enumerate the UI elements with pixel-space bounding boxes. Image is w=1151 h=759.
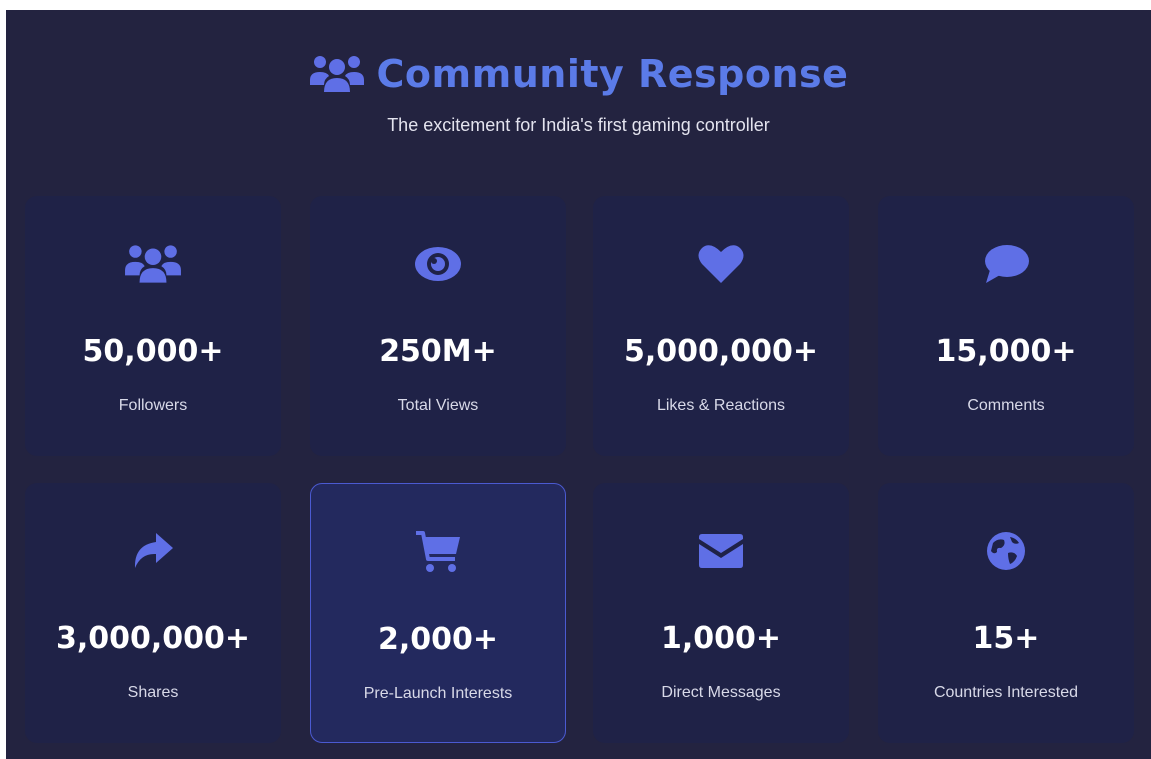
stat-label: Likes & Reactions xyxy=(656,397,786,414)
users-icon xyxy=(25,242,281,286)
stat-card-total-views: 250M+ Total Views xyxy=(310,196,566,456)
stat-value: 2,000+ xyxy=(377,622,499,657)
stat-value: 15+ xyxy=(972,621,1040,656)
page-title: Community Response xyxy=(376,52,849,96)
heart-icon xyxy=(593,242,849,286)
stat-card-shares: 3,000,000+ Shares xyxy=(25,483,281,743)
community-response-panel: Community Response The excitement for In… xyxy=(6,10,1151,759)
users-icon xyxy=(309,54,365,94)
stat-card-pre-launch-interests: 2,000+ Pre-Launch Interests xyxy=(310,483,566,743)
stat-label: Direct Messages xyxy=(661,684,781,701)
cart-icon xyxy=(311,530,565,574)
stat-label: Countries Interested xyxy=(933,684,1079,701)
stat-label: Comments xyxy=(967,397,1045,414)
stat-label: Shares xyxy=(127,684,179,701)
stat-value: 250M+ xyxy=(379,334,497,369)
stat-value: 15,000+ xyxy=(935,334,1077,369)
comment-icon xyxy=(878,242,1134,286)
stat-label: Followers xyxy=(118,397,188,414)
title-row: Community Response xyxy=(6,52,1151,96)
share-icon xyxy=(25,529,281,573)
globe-icon xyxy=(878,529,1134,573)
stat-card-countries: 15+ Countries Interested xyxy=(878,483,1134,743)
stat-card-likes: 5,000,000+ Likes & Reactions xyxy=(593,196,849,456)
stat-card-followers: 50,000+ Followers xyxy=(25,196,281,456)
stat-value: 5,000,000+ xyxy=(623,334,819,369)
stat-label: Pre-Launch Interests xyxy=(363,685,513,702)
stat-value: 1,000+ xyxy=(660,621,782,656)
stat-card-direct-messages: 1,000+ Direct Messages xyxy=(593,483,849,743)
envelope-icon xyxy=(593,529,849,573)
stat-label: Total Views xyxy=(397,397,479,414)
stat-value: 3,000,000+ xyxy=(55,621,251,656)
eye-icon xyxy=(310,242,566,286)
page-subtitle: The excitement for India's first gaming … xyxy=(387,115,770,135)
stat-value: 50,000+ xyxy=(82,334,224,369)
stat-card-comments: 15,000+ Comments xyxy=(878,196,1134,456)
